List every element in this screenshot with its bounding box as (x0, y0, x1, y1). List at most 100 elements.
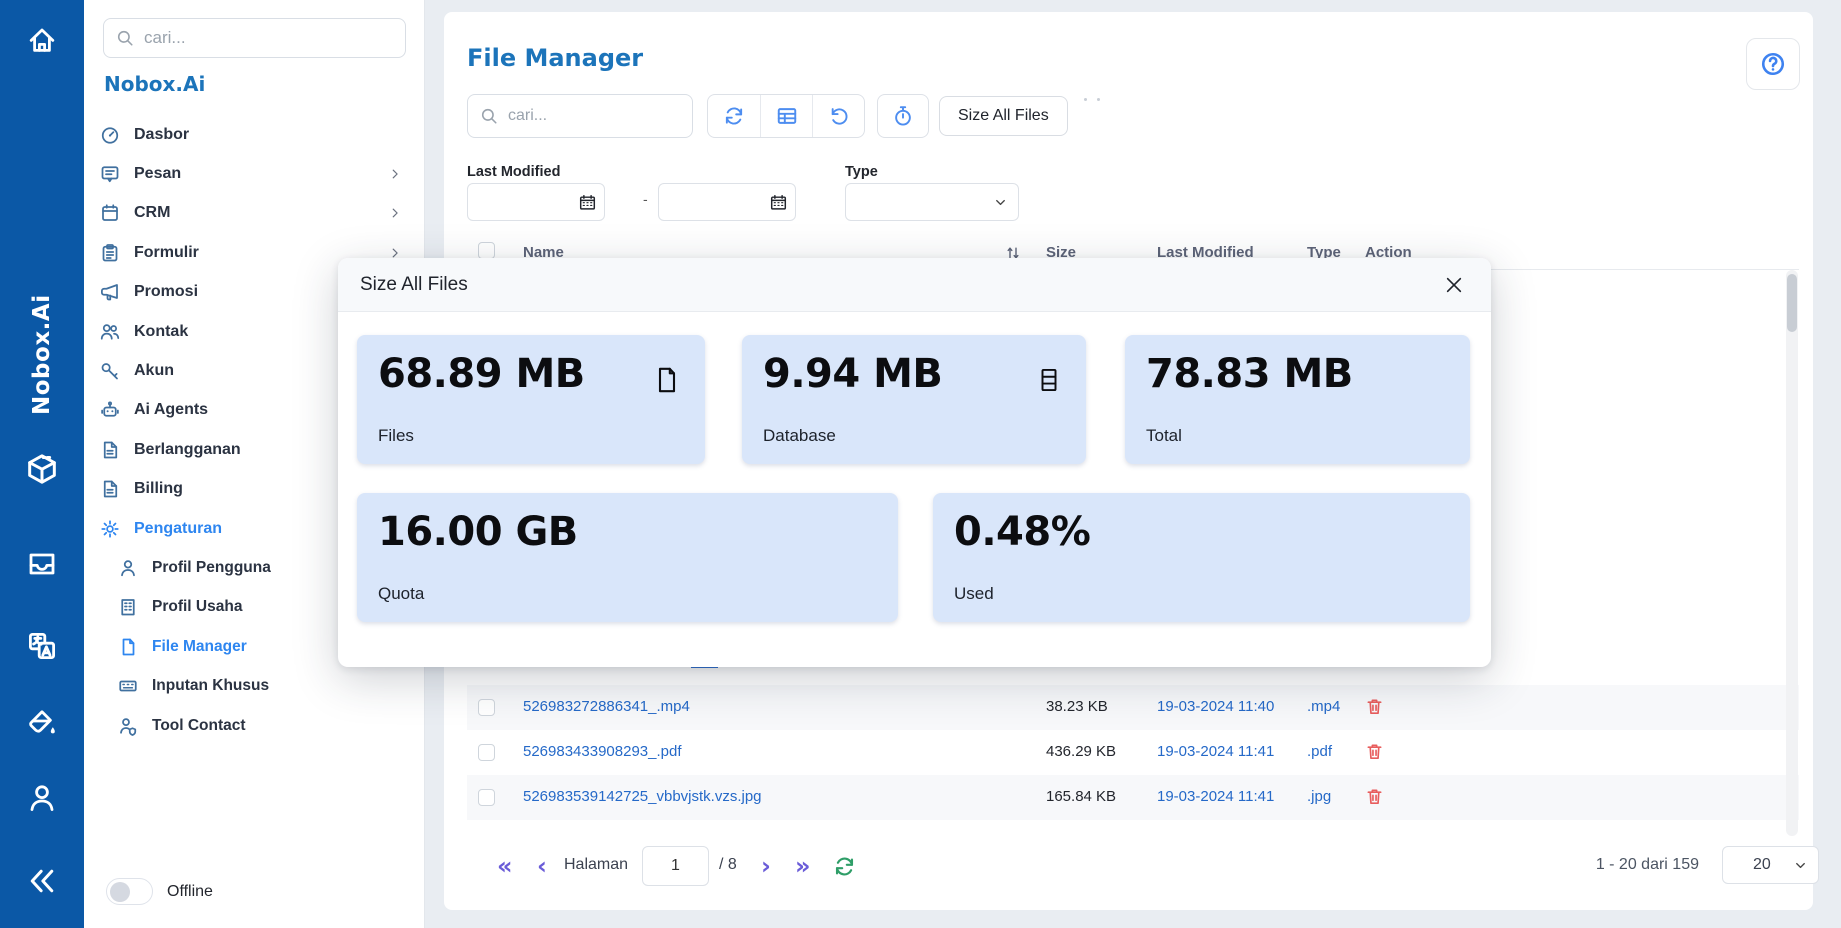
file-name-link[interactable]: 526983539142725_vbbvjstk.vzs.jpg (523, 788, 762, 805)
delete-file-button[interactable] (1365, 697, 1384, 716)
paint-bucket-icon[interactable] (0, 706, 84, 738)
date-range-separator: - (643, 191, 648, 207)
used-percent-value: 0.48% (954, 509, 1090, 555)
inbox-icon[interactable] (0, 548, 84, 580)
toggle-knob (110, 882, 130, 902)
sidebar-search[interactable] (103, 18, 406, 58)
sidebar-item-label: CRM (134, 204, 170, 222)
table-icon (776, 105, 798, 127)
search-icon (480, 107, 498, 125)
dashboard-icon (100, 125, 120, 145)
invoice-icon (100, 479, 120, 499)
help-button[interactable] (1746, 38, 1800, 90)
drag-dots (1084, 98, 1100, 101)
refresh-icon (833, 855, 856, 878)
files-label: Files (378, 426, 414, 446)
delete-file-button[interactable] (1365, 787, 1384, 806)
size-all-files-button[interactable]: Size All Files (939, 96, 1068, 136)
type-filter-select[interactable] (845, 183, 1019, 221)
vertical-scrollbar[interactable] (1786, 270, 1798, 836)
files-size-value: 68.89 MB (378, 351, 585, 397)
sidebar-item-crm[interactable]: CRM (84, 194, 424, 233)
database-label: Database (763, 426, 836, 446)
sidebar-item-label: Dasbor (134, 126, 189, 144)
next-page-button[interactable]: › (761, 848, 771, 884)
sidebar-item-label: Promosi (134, 283, 198, 301)
file-modified-link[interactable]: 19-03-2024 11:41 (1157, 788, 1274, 805)
sidebar-item-tool-contact[interactable]: Tool Contact (84, 706, 424, 745)
column-settings-button[interactable] (760, 95, 812, 137)
reload-table-button[interactable] (833, 855, 856, 878)
table-row[interactable]: 526983433908293_.pdf 436.29 KB 19-03-202… (467, 730, 1799, 775)
chevron-right-icon (388, 167, 402, 181)
gear-icon (100, 519, 120, 539)
pagination-bar: « ‹ Halaman / 8 › » 1 - 20 dari 159 20 (467, 845, 1799, 890)
profile-icon[interactable] (0, 782, 84, 814)
building-icon (118, 597, 138, 617)
quota-label: Quota (378, 584, 424, 604)
date-from-input[interactable] (467, 183, 605, 221)
question-circle-icon (1760, 51, 1786, 77)
sidebar-item-label: Pesan (134, 165, 181, 183)
history-timer-button[interactable] (877, 94, 929, 138)
message-icon (100, 164, 120, 184)
date-to-input[interactable] (658, 183, 796, 221)
page-size-select[interactable]: 20 (1722, 846, 1819, 884)
file-manager-page: Nobox.Ai Nobox.Ai Dasbor (0, 0, 1841, 928)
robot-icon (100, 400, 120, 420)
stopwatch-icon (892, 105, 914, 127)
reset-button[interactable] (812, 95, 864, 137)
sidebar-item-dasbor[interactable]: Dasbor (84, 115, 424, 154)
chevron-right-icon (388, 206, 402, 220)
page-number-input[interactable] (642, 846, 709, 886)
offline-toggle[interactable] (106, 878, 153, 905)
clipboard-icon (100, 243, 120, 263)
sidebar-item-label: Tool Contact (152, 717, 246, 735)
package-cube-icon[interactable] (0, 452, 84, 486)
sidebar-brand: Nobox.Ai (104, 72, 205, 96)
scrollbar-thumb[interactable] (1787, 274, 1797, 332)
offline-toggle-row: Offline (106, 878, 213, 905)
chevron-down-icon (1793, 858, 1808, 873)
last-page-button[interactable]: » (795, 848, 811, 884)
sidebar-item-label: File Manager (152, 638, 247, 656)
translate-icon[interactable] (0, 630, 84, 662)
table-row[interactable]: 526983272886341_.mp4 38.23 KB 19-03-2024… (467, 685, 1799, 730)
file-modified-link[interactable]: 19-03-2024 11:40 (1157, 698, 1274, 715)
first-page-button[interactable]: « (497, 848, 513, 884)
delete-file-button[interactable] (1365, 742, 1384, 761)
table-toolbar-group (707, 94, 865, 138)
table-row[interactable]: 526983539142725_vbbvjstk.vzs.jpg 165.84 … (467, 775, 1799, 820)
home-icon[interactable] (0, 24, 84, 56)
size-all-files-modal: Size All Files 68.89 MB Files 9.94 MB Da… (338, 258, 1491, 667)
sidebar-item-label: Pengaturan (134, 520, 222, 538)
user-icon (118, 558, 138, 578)
file-name-link[interactable]: 526983433908293_.pdf (523, 743, 682, 760)
file-type: .mp4 (1307, 698, 1340, 715)
table-search[interactable] (467, 94, 693, 138)
select-all-checkbox[interactable] (478, 242, 495, 259)
collapse-sidebar-icon[interactable] (0, 864, 84, 898)
close-modal-button[interactable] (1443, 274, 1465, 296)
sidebar-item-inputan-khusus[interactable]: Inputan Khusus (84, 666, 424, 705)
file-type: .pdf (1307, 743, 1332, 760)
used-label: Used (954, 584, 994, 604)
sidebar-search-input[interactable] (144, 28, 393, 48)
row-checkbox[interactable] (478, 789, 495, 806)
sidebar-item-label: Berlangganan (134, 441, 241, 459)
sidebar-item-pesan[interactable]: Pesan (84, 154, 424, 193)
offline-label: Offline (167, 883, 213, 901)
row-checkbox[interactable] (478, 744, 495, 761)
table-search-input[interactable] (508, 107, 680, 125)
quota-value: 16.00 GB (378, 509, 578, 555)
file-name-link[interactable]: 526983272886341_.mp4 (523, 698, 690, 715)
page-title: File Manager (467, 44, 643, 72)
prev-page-button[interactable]: ‹ (537, 848, 547, 884)
database-size-value: 9.94 MB (763, 351, 942, 397)
refresh-button[interactable] (708, 95, 760, 137)
contacts-icon (100, 322, 120, 342)
row-checkbox[interactable] (478, 699, 495, 716)
trash-icon (1365, 787, 1384, 806)
file-modified-link[interactable]: 19-03-2024 11:41 (1157, 743, 1274, 760)
stat-card-database: 9.94 MB Database (742, 335, 1086, 464)
